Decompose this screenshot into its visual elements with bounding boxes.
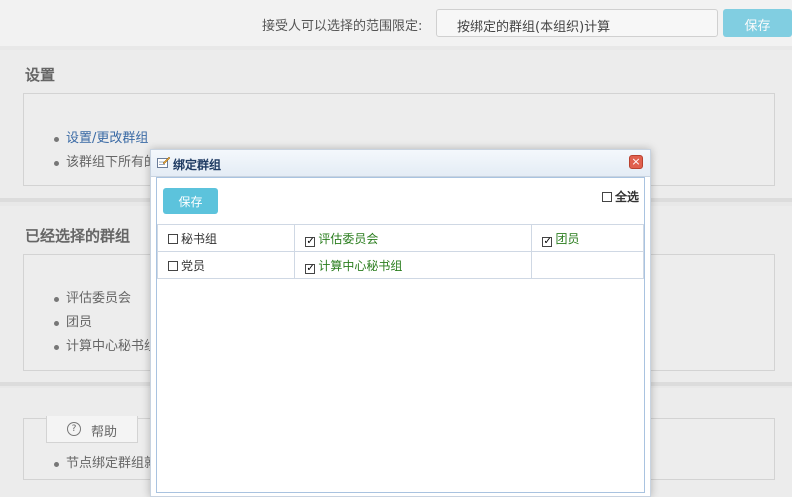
table-row: 秘书组 ✓ 评估委员会 ✓ 团员 (156, 224, 644, 252)
table-row: 党员 ✓ 计算中心秘书组 (156, 251, 644, 279)
list-item: 节点绑定群组就 (52, 452, 157, 476)
group-table: 秘书组 ✓ 评估委员会 ✓ 团员 党员 ✓ 计算中心秘书组 (156, 224, 644, 279)
dialog-title: 绑定群组 (173, 158, 222, 172)
dialog-body: 保存 全选 秘书组 ✓ 评估委员会 ✓ 团员 党员 ✓ 计算中心秘书组 (156, 177, 645, 493)
help-tab-label: 帮助 (91, 425, 118, 440)
group-cell[interactable]: 党员 (156, 251, 296, 279)
checkbox-icon (168, 233, 178, 244)
top-save-button[interactable]: 保存 (723, 9, 792, 37)
settings-item-change-group[interactable]: 设置/更改群组 (52, 127, 157, 151)
list-item: 计算中心秘书组 (52, 335, 157, 359)
empty-cell (531, 251, 644, 279)
scope-label: 接受人可以选择的范围限定: (262, 19, 423, 34)
settings-item-desc: 该群组下所有的 (52, 151, 157, 175)
group-cell[interactable]: ✓ 计算中心秘书组 (294, 251, 533, 279)
checkbox-icon: ✓ (305, 262, 316, 274)
group-cell[interactable]: ✓ 评估委员会 (294, 224, 533, 252)
close-icon[interactable]: × (629, 155, 643, 169)
checkbox-icon: ✓ (542, 235, 553, 247)
settings-title: 设置 (25, 66, 56, 84)
top-toolbar: 接受人可以选择的范围限定: 按绑定的群组(本组织)计算 保存 (0, 0, 792, 46)
selected-groups-title: 已经选择的群组 (25, 227, 131, 245)
scope-select[interactable]: 按绑定的群组(本组织)计算 (436, 9, 718, 37)
select-all-checkbox[interactable]: 全选 (602, 188, 639, 205)
bind-group-dialog: 绑定群组 × 保存 全选 秘书组 ✓ 评估委员会 ✓ 团员 党员 ✓ 计算中心秘书组 (150, 149, 651, 497)
group-cell[interactable]: 秘书组 (156, 224, 296, 252)
group-cell[interactable]: ✓ 团员 (531, 224, 644, 252)
edit-icon (157, 156, 170, 168)
checkbox-icon (168, 260, 178, 271)
dialog-save-button[interactable]: 保存 (163, 188, 218, 214)
tab-help[interactable]: ? 帮助 (46, 416, 138, 443)
list-item: 团员 (52, 311, 157, 335)
question-icon: ? (67, 422, 81, 436)
checkbox-icon (602, 192, 612, 202)
checkbox-icon: ✓ (305, 235, 316, 247)
dialog-header[interactable]: 绑定群组 × (151, 150, 650, 177)
list-item: 评估委员会 (52, 287, 157, 311)
